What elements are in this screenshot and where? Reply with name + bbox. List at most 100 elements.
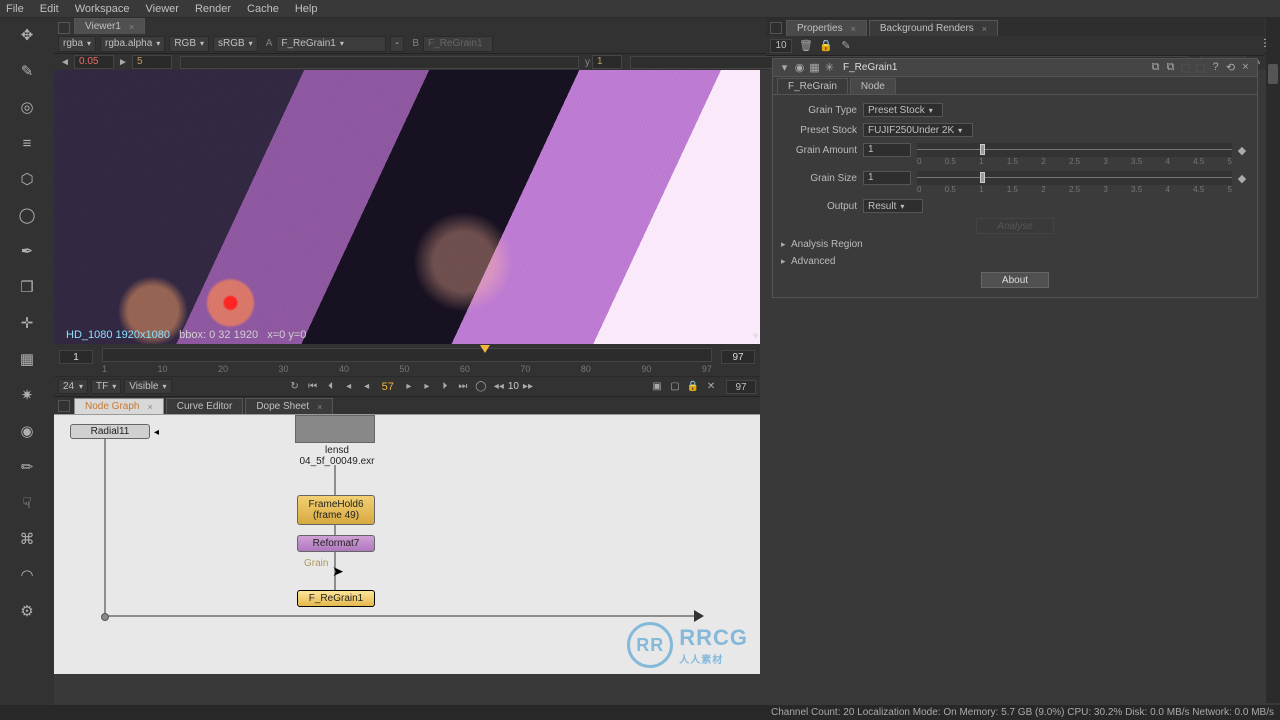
polygon-tool-icon[interactable]: ⬡ [16, 168, 38, 190]
dot-node[interactable] [101, 613, 109, 621]
b-input-select[interactable]: F_ReGrain1 [423, 36, 493, 52]
link-tool-icon[interactable]: ⌘ [16, 528, 38, 550]
play-back-icon[interactable]: ◂ [358, 379, 376, 395]
colorspace-select[interactable]: RGB [169, 36, 209, 52]
lut-select[interactable]: sRGB [213, 36, 258, 52]
val-red[interactable]: 0.05 [74, 55, 114, 69]
current-frame[interactable]: 57 [382, 381, 394, 393]
graph-icon[interactable]: ✳ [822, 61, 837, 74]
tab-node-graph[interactable]: Node Graph × [74, 398, 164, 414]
cube-tool-icon[interactable]: ❒ [16, 276, 38, 298]
menu-viewer[interactable]: Viewer [146, 3, 179, 15]
edit-panel-icon[interactable]: ✎ [838, 38, 854, 54]
analysis-region-group[interactable]: ▸ Analysis Region [781, 237, 1249, 252]
node-icon[interactable]: ▦ [807, 61, 822, 74]
last-frame-field[interactable]: 97 [721, 350, 755, 364]
prev-key-icon[interactable]: ⏴ [322, 379, 340, 395]
grain-amount-field[interactable]: 1 [863, 143, 911, 157]
grain-size-slider[interactable]: 0 0.5 1 1.5 2 2.5 3 3.5 4 4.5 5 [917, 171, 1232, 185]
render-icon[interactable]: ✕ [702, 379, 720, 395]
node-graph[interactable]: Radial11 ◂ lensd 04_5f_00049.exr FrameHo… [54, 414, 760, 674]
clear-all-icon[interactable]: 🗑 [798, 38, 814, 54]
playhead-icon[interactable] [480, 345, 490, 353]
alpha-select[interactable]: rgba.alpha [100, 36, 165, 52]
gear-tool-icon[interactable]: ⚙ [16, 600, 38, 622]
wipe-select[interactable]: - [390, 36, 404, 52]
node-read-thumb[interactable] [295, 415, 375, 443]
to-end-icon[interactable]: ⏭ [454, 379, 472, 395]
skip-back-icon[interactable]: ◂◂ [490, 379, 508, 395]
circle-tool-icon[interactable]: ◯ [16, 204, 38, 226]
anim-icon[interactable]: ◆ [1235, 172, 1249, 185]
loop-icon[interactable]: ↻ [286, 379, 304, 395]
output-select[interactable]: Result [863, 199, 923, 213]
channel-select[interactable]: rgba [58, 36, 96, 52]
arc-tool-icon[interactable]: ◠ [16, 564, 38, 586]
grain-type-select[interactable]: Preset Stock [863, 103, 943, 117]
list-tool-icon[interactable]: ≡ [16, 132, 38, 154]
panel-slot[interactable]: 10 [770, 39, 792, 53]
tf-select[interactable]: TF [91, 379, 121, 394]
grain-size-field[interactable]: 1 [863, 171, 911, 185]
close-icon[interactable]: × [982, 24, 987, 34]
grain-amount-slider[interactable]: 0 0.5 1 1.5 2 2.5 3 3.5 4 4.5 5 [917, 143, 1232, 157]
fps-select[interactable]: 24 [58, 379, 88, 394]
viewer-menu-icon[interactable]: ▾ [753, 331, 758, 342]
skip-fwd-icon[interactable]: ▸▸ [519, 379, 537, 395]
float-icon[interactable]: ⧉ [1148, 61, 1163, 74]
tab-dope-sheet[interactable]: Dope Sheet × [245, 398, 333, 414]
box-tool-icon[interactable]: ▦ [16, 348, 38, 370]
spark-tool-icon[interactable]: ✷ [16, 384, 38, 406]
menu-workspace[interactable]: Workspace [75, 3, 130, 15]
node-reformat[interactable]: Reformat7 [297, 535, 375, 552]
menu-render[interactable]: Render [195, 3, 231, 15]
viewer-tab[interactable]: Viewer1 × [74, 18, 145, 34]
about-button[interactable]: About [981, 272, 1049, 288]
revert-icon[interactable]: ⟲ [1223, 61, 1238, 74]
subtab-regrain[interactable]: F_ReGrain [777, 78, 848, 94]
next-key-icon[interactable]: ⏵ [436, 379, 454, 395]
menu-file[interactable]: File [6, 3, 24, 15]
subtab-node[interactable]: Node [850, 78, 896, 94]
node-regrain[interactable]: F_ReGrain1 [297, 590, 375, 607]
y-value[interactable]: 1 [592, 55, 622, 69]
play-fwd-icon[interactable]: ▸ [400, 379, 418, 395]
node-read[interactable]: lensd 04_5f_00049.exr [292, 445, 382, 467]
a-input-select[interactable]: F_ReGrain1 [276, 36, 386, 52]
hand-tool-icon[interactable]: ☟ [16, 492, 38, 514]
node-radial[interactable]: Radial11 ◂ [70, 424, 150, 439]
center-icon[interactable]: ◉ [792, 61, 807, 74]
anim-icon[interactable]: ◆ [1235, 144, 1249, 157]
newview-icon[interactable]: ▢ [666, 379, 684, 395]
panel-pin-icon[interactable] [58, 400, 70, 412]
advanced-group[interactable]: ▸ Advanced [781, 254, 1249, 269]
val-y[interactable]: 5 [132, 55, 172, 69]
time-ruler[interactable] [102, 348, 712, 362]
close-icon[interactable]: × [851, 24, 856, 34]
timeline[interactable]: 1 97 1 10 20 30 40 50 60 70 80 90 97 [54, 344, 760, 376]
close-panel-icon[interactable]: × [1238, 61, 1253, 74]
help-icon[interactable]: ? [1208, 61, 1223, 74]
info-ruler[interactable] [180, 56, 579, 69]
nav-right-icon[interactable]: ► [116, 57, 130, 68]
first-frame-field[interactable]: 1 [59, 350, 93, 364]
close-icon[interactable]: × [147, 402, 152, 412]
vertical-scrollbar[interactable] [1266, 18, 1280, 703]
tab-properties[interactable]: Properties × [786, 20, 867, 36]
close-icon[interactable]: × [129, 22, 134, 32]
record-tool-icon[interactable]: ◉ [16, 420, 38, 442]
menu-cache[interactable]: Cache [247, 3, 279, 15]
pin-tool-icon[interactable]: ✎ [16, 60, 38, 82]
panel-pin-icon[interactable] [770, 22, 782, 34]
to-start-icon[interactable]: ⏮ [304, 379, 322, 395]
panel-pin-icon[interactable] [58, 22, 70, 34]
panel-header[interactable]: ▾ ◉ ▦ ✳ F_ReGrain1 ⧉ ⧉ ▢ ▢ ? ⟲ × [773, 59, 1257, 77]
lock-icon[interactable]: 🔒 [684, 379, 702, 395]
pointer-tool-icon[interactable]: ✥ [16, 24, 38, 46]
viewer-canvas[interactable]: HD_1080 1920x1080 bbox: 0 32 1920 x=0 y=… [54, 70, 760, 344]
pen-tool-icon[interactable]: ✒ [16, 240, 38, 262]
close-icon[interactable]: × [317, 402, 322, 412]
nav-left-icon[interactable]: ◄ [58, 57, 72, 68]
fullscreen-icon[interactable]: ▣ [648, 379, 666, 395]
brush-tool-icon[interactable]: ✏ [16, 456, 38, 478]
